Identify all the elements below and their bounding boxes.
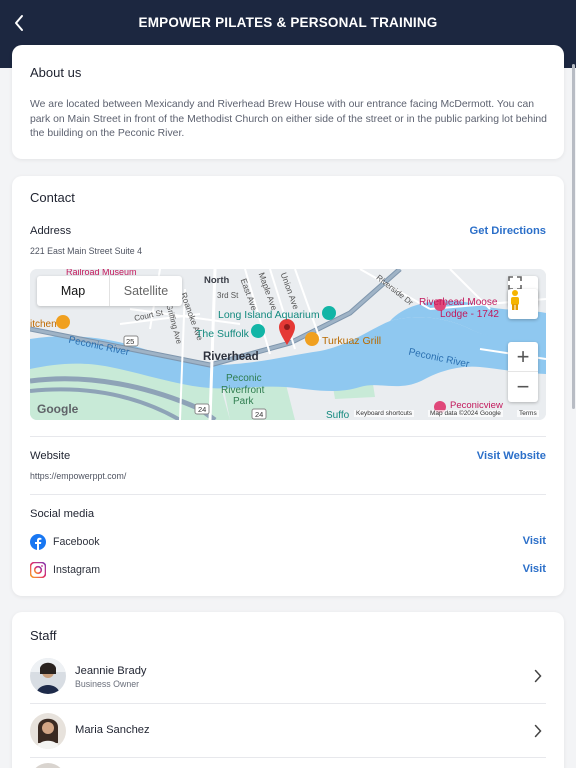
instagram-label: Instagram xyxy=(53,564,101,576)
social-media-label: Social media xyxy=(30,508,95,520)
visit-website-link[interactable]: Visit Website xyxy=(477,450,546,462)
pegman-icon xyxy=(511,290,519,310)
map-label-route-24a: 24 xyxy=(198,405,207,414)
staff-name: Jeannie Brady xyxy=(75,665,147,677)
map-label-turkuaz-grill: Turkuaz Grill xyxy=(322,335,382,347)
staff-row[interactable]: Maria Sanchez xyxy=(30,706,546,756)
avatar xyxy=(30,658,66,694)
map-type-toggle: Map Satellite xyxy=(37,276,182,306)
map-label-lodge: Lodge - 1742 xyxy=(440,309,499,320)
avatar xyxy=(30,763,66,768)
avatar xyxy=(30,713,66,749)
staff-card: Staff Jeannie Brady Business Owner Maria… xyxy=(12,612,564,768)
facebook-icon xyxy=(30,534,46,550)
street-view-button[interactable] xyxy=(508,289,538,319)
about-text: We are located between Mexicandy and Riv… xyxy=(30,99,547,139)
staff-heading: Staff xyxy=(30,628,57,643)
page-title: EMPOWER PILATES & PERSONAL TRAINING xyxy=(138,15,438,30)
website-value: https://empowerppt.com/ xyxy=(30,471,127,481)
chevron-right-icon xyxy=(534,669,542,683)
contact-heading: Contact xyxy=(30,190,75,205)
map-label-north: North xyxy=(204,275,230,286)
map-view[interactable]: Railroad Museum North Roanoke Ave 3rd St… xyxy=(30,269,546,420)
get-directions-link[interactable]: Get Directions xyxy=(470,225,546,237)
map-label-route-25: 25 xyxy=(126,337,135,346)
about-card: About us We are located between Mexicand… xyxy=(12,45,564,159)
contact-card: Contact Address Get Directions 221 East … xyxy=(12,176,564,596)
about-heading: About us xyxy=(30,65,82,80)
staff-name: Maria Sanchez xyxy=(75,724,150,736)
chevron-right-icon xyxy=(534,724,542,738)
map-type-map-button[interactable]: Map xyxy=(37,276,109,306)
zoom-out-button[interactable]: − xyxy=(508,372,538,402)
map-label-riverhead: Riverhead xyxy=(203,351,259,363)
website-label: Website xyxy=(30,450,71,462)
map-label-riverhead-moose: Riverhead Moose xyxy=(419,297,498,308)
map-label-long-island-aquarium: Long Island Aquarium xyxy=(218,309,320,321)
instagram-visit-link[interactable]: Visit xyxy=(523,563,546,575)
staff-row[interactable]: Jeannie Brady Business Owner xyxy=(30,651,546,701)
map-label-riverfront-park-2: Riverfront xyxy=(221,385,265,396)
divider xyxy=(30,494,546,495)
map-label-riverfront-park-1: Peconic xyxy=(226,373,262,384)
google-logo: Google xyxy=(37,402,79,416)
zoom-controls: + − xyxy=(508,342,538,402)
scrollbar[interactable] xyxy=(572,64,575,409)
map-label-kitchen: itchen xyxy=(30,319,57,330)
divider xyxy=(30,757,546,758)
address-value: 221 East Main Street Suite 4 xyxy=(30,246,142,256)
map-label-route-24b: 24 xyxy=(255,410,264,419)
map-type-satellite-button[interactable]: Satellite xyxy=(109,276,182,306)
divider xyxy=(30,703,546,704)
instagram-icon xyxy=(30,562,46,578)
map-label-suffolk: Suffo xyxy=(326,410,350,420)
terms-link[interactable]: Terms xyxy=(517,410,539,417)
map-label-third-st: 3rd St xyxy=(217,291,239,300)
fullscreen-icon xyxy=(508,276,522,290)
staff-role: Business Owner xyxy=(75,679,140,689)
divider xyxy=(30,436,546,437)
map-data-attribution: Map data ©2024 Google xyxy=(428,410,503,417)
facebook-label: Facebook xyxy=(53,536,100,548)
keyboard-shortcuts-link[interactable]: Keyboard shortcuts xyxy=(354,410,415,417)
map-label-riverfront-park-3: Park xyxy=(233,396,254,407)
address-label: Address xyxy=(30,225,72,237)
zoom-in-button[interactable]: + xyxy=(508,342,538,372)
map-label-the-suffolk: The Suffolk xyxy=(196,328,249,340)
facebook-visit-link[interactable]: Visit xyxy=(523,535,546,547)
